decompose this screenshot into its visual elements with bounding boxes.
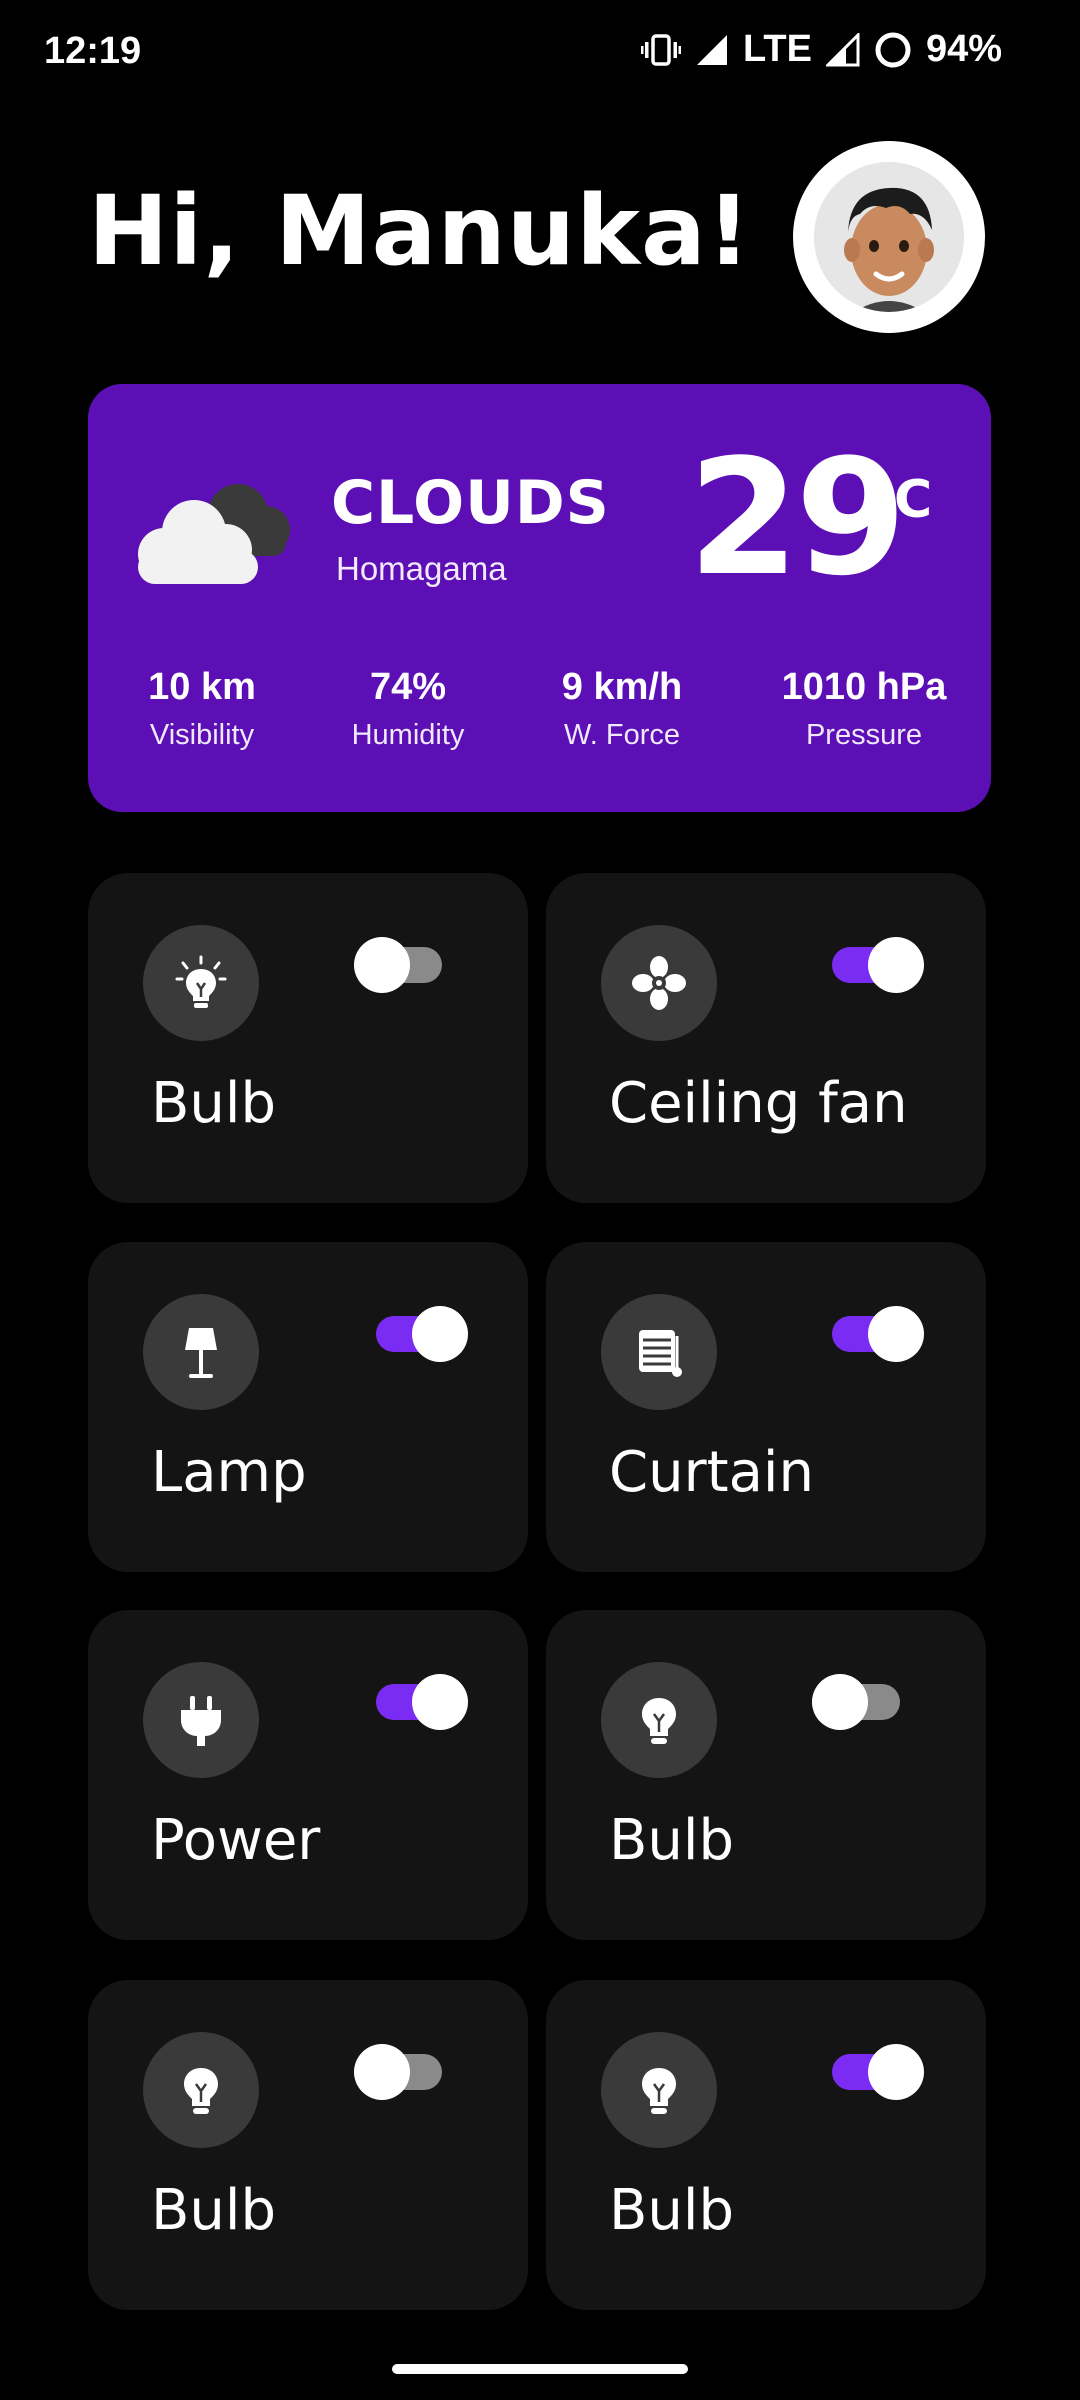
stat-value: 74% (369, 666, 447, 708)
device-tile-bulb[interactable]: Bulb (88, 873, 528, 1203)
status-bar: 12:19 LTE 94% (0, 0, 1080, 110)
device-tile-ceiling-fan[interactable]: Ceiling fan (546, 873, 986, 1203)
device-tile-bulb-2[interactable]: Bulb (546, 1610, 986, 1940)
device-toggle[interactable] (832, 2036, 924, 2100)
device-toggle[interactable] (812, 1666, 900, 1730)
fan-icon (601, 925, 717, 1041)
device-toggle[interactable] (376, 1298, 468, 1362)
device-label: Curtain (609, 1440, 814, 1505)
avatar-image (814, 162, 964, 312)
greeting-title: Hi, Manuka! (88, 175, 752, 287)
device-label: Bulb (609, 1808, 735, 1873)
signal-icon (695, 33, 729, 67)
bulb-icon (143, 2032, 259, 2148)
stat-value: 10 km (148, 666, 256, 708)
curtain-icon (601, 1294, 717, 1410)
device-tile-bulb-4[interactable]: Bulb (546, 1980, 986, 2310)
plug-icon (143, 1662, 259, 1778)
lamp-icon (143, 1294, 259, 1410)
stat-label: Visibility (149, 719, 255, 751)
weather-condition: CLOUDS (331, 468, 610, 538)
bulb-icon (601, 1662, 717, 1778)
bulb-glow-icon (143, 925, 259, 1041)
status-icons: LTE 94% (640, 28, 1002, 71)
stat-label: Pressure (805, 719, 923, 751)
bulb-icon (601, 2032, 717, 2148)
stat-value: 9 km/h (561, 666, 683, 708)
status-time: 12:19 (44, 30, 142, 72)
device-toggle[interactable] (832, 1298, 924, 1362)
device-label: Bulb (609, 2178, 735, 2243)
stat-label: W. Force (563, 719, 680, 751)
temperature-unit: °C (868, 470, 933, 530)
vibrate-icon (640, 33, 681, 67)
network-type: LTE (742, 28, 812, 70)
weather-card[interactable]: CLOUDS Homagama 29 °C 10 km Visibility 7… (88, 384, 991, 812)
device-toggle[interactable] (354, 2036, 442, 2100)
device-label: Lamp (151, 1440, 307, 1505)
weather-location: Homagama (336, 550, 507, 587)
device-toggle[interactable] (354, 929, 442, 993)
stat-visibility: 10 km Visibility (92, 666, 312, 752)
device-label: Power (151, 1808, 321, 1873)
battery-icon (874, 31, 912, 69)
device-label: Bulb (151, 2178, 277, 2243)
device-toggle[interactable] (376, 1666, 468, 1730)
battery-percent: 94% (925, 28, 1002, 70)
clouds-icon (126, 472, 306, 596)
avatar[interactable] (793, 141, 985, 333)
stat-pressure: 1010 hPa Pressure (754, 666, 974, 752)
stat-wind-force: 9 km/h W. Force (512, 666, 732, 752)
device-tile-bulb-3[interactable]: Bulb (88, 1980, 528, 2310)
signal-icon-2 (825, 32, 860, 67)
device-tile-curtain[interactable]: Curtain (546, 1242, 986, 1572)
stat-value: 1010 hPa (781, 666, 947, 708)
home-indicator[interactable] (392, 2364, 688, 2374)
device-label: Ceiling fan (609, 1071, 908, 1136)
device-tile-lamp[interactable]: Lamp (88, 1242, 528, 1572)
device-toggle[interactable] (832, 929, 924, 993)
stat-humidity: 74% Humidity (298, 666, 518, 752)
device-tile-power[interactable]: Power (88, 1610, 528, 1940)
device-label: Bulb (151, 1071, 277, 1136)
stat-label: Humidity (351, 719, 465, 751)
